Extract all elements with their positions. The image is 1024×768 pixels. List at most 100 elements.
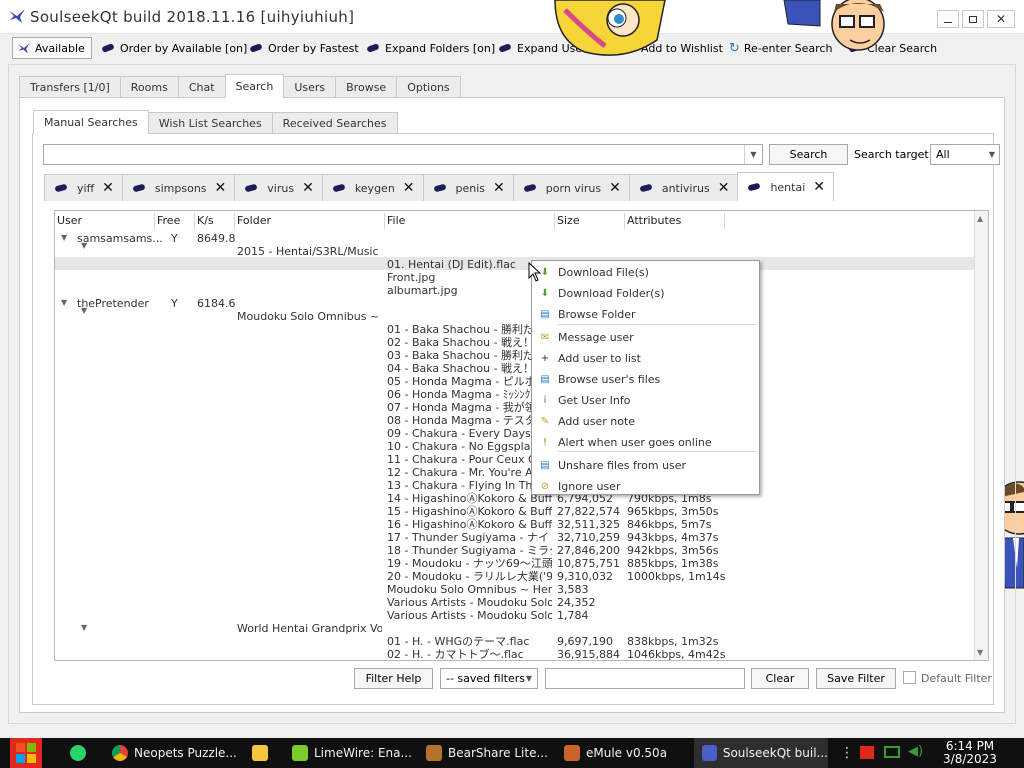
context-menu-item-browse-user-s-files[interactable]: ▤ Browse user's files (534, 369, 757, 389)
expand-folders-button[interactable]: Expand Folders [on] (366, 37, 495, 59)
tab-received-searches[interactable]: Received Searches (271, 112, 398, 134)
tab-rooms[interactable]: Rooms (119, 76, 179, 98)
menu-separator (558, 451, 756, 452)
chevron-down-icon[interactable]: ▼ (744, 145, 762, 164)
close-icon[interactable]: ✕ (813, 179, 825, 195)
volume-icon[interactable]: ◀) (908, 744, 923, 759)
close-icon[interactable]: ✕ (302, 180, 314, 196)
flag-icon[interactable] (860, 746, 874, 759)
network-icon[interactable] (884, 746, 900, 758)
column-header-speed[interactable]: K/s (195, 213, 235, 229)
context-menu-item-ignore-user[interactable]: ⊘ Ignore user (534, 476, 757, 496)
result-size: 1,784 (557, 609, 589, 622)
query-tab-keygen[interactable]: keygen ✕ (321, 174, 424, 201)
context-menu-item-download-folder-s[interactable]: ⬇ Download Folder(s) (534, 283, 757, 303)
chat-app-icon[interactable] (70, 745, 86, 761)
context-menu-item-get-user-info[interactable]: i Get User Info (534, 390, 757, 410)
more-icon[interactable]: ⋮ (840, 745, 854, 761)
close-icon[interactable]: ✕ (493, 180, 505, 196)
query-tab-simpsons[interactable]: simpsons ✕ (121, 174, 236, 201)
start-button[interactable] (10, 738, 42, 768)
taskbar-app-neopets[interactable]: Neopets Puzzle... (104, 738, 240, 768)
tab-browse[interactable]: Browse (335, 76, 398, 98)
query-tab-antivirus[interactable]: antivirus ✕ (628, 174, 739, 201)
result-attributes: 846kbps, 5m7s (627, 518, 712, 531)
column-header-user[interactable]: User (55, 213, 155, 229)
scroll-up-icon[interactable]: ▲ (977, 214, 983, 223)
query-tab-yiff[interactable]: yiff ✕ (44, 174, 123, 201)
clear-filter-button[interactable]: Clear (751, 668, 809, 689)
expand-arrow-icon[interactable]: ▼ (61, 233, 67, 242)
filter-input[interactable] (545, 668, 745, 689)
close-icon[interactable]: ✕ (609, 180, 621, 196)
bird-icon (249, 43, 263, 53)
minimize-button[interactable] (937, 10, 959, 28)
tab-chat[interactable]: Chat (177, 76, 226, 98)
context-menu-item-message-user[interactable]: ✉ Message user (534, 327, 757, 347)
available-button[interactable]: Available (12, 37, 92, 59)
result-file: 08 - Honda Magma - テスタ～.fl (387, 414, 552, 427)
taskbar-app-soulseek[interactable]: SoulseekQt buil... (694, 738, 828, 768)
tab-manual-searches[interactable]: Manual Searches (33, 110, 149, 134)
filter-bar: Filter Help -- saved filters ▼ Clear Sav… (0, 668, 1024, 690)
tab-options[interactable]: Options (396, 76, 461, 98)
column-header-attributes[interactable]: Attributes (625, 213, 725, 229)
expand-arrow-icon[interactable]: ▼ (81, 241, 87, 250)
result-file: 20 - Moudoku - ラリルレ大業('93... (387, 570, 552, 583)
vertical-scrollbar[interactable]: ▲ ▼ (974, 211, 988, 660)
close-icon[interactable]: ✕ (215, 180, 227, 196)
context-menu-item-alert-when-user-goes-online[interactable]: ! Alert when user goes online (534, 432, 757, 452)
close-button[interactable]: ✕ (987, 10, 1015, 28)
context-menu-item-download-file-s[interactable]: ⬇ Download File(s) (534, 262, 757, 282)
context-menu-item-browse-folder[interactable]: ▤ Browse Folder (534, 304, 757, 324)
expand-arrow-icon[interactable]: ▼ (61, 298, 67, 307)
order-by-fastest-button[interactable]: Order by Fastest (249, 37, 359, 59)
search-target-select[interactable]: All ▼ (930, 144, 1000, 165)
context-menu-item-add-user-note[interactable]: ✎ Add user note (534, 411, 757, 431)
context-menu-item-add-user-to-list[interactable]: + Add user to list (534, 348, 757, 368)
close-icon[interactable]: ✕ (718, 180, 730, 196)
search-button[interactable]: Search (769, 144, 848, 165)
column-header-size[interactable]: Size (555, 213, 625, 229)
context-menu-item-unshare-files-from-user[interactable]: ▤ Unshare files from user (534, 455, 757, 475)
taskbar-app-limewire[interactable]: LimeWire: Ena... (284, 738, 412, 768)
tab-search[interactable]: Search (224, 74, 285, 98)
expand-arrow-icon[interactable]: ▼ (81, 306, 87, 315)
saved-filters-select[interactable]: -- saved filters ▼ (440, 668, 538, 689)
result-free: Y (171, 232, 178, 245)
query-tab-hentai[interactable]: hentai ✕ (737, 172, 834, 201)
close-icon[interactable]: ✕ (102, 180, 114, 196)
filter-help-button[interactable]: Filter Help (354, 668, 433, 689)
query-tab-porn-virus[interactable]: porn virus ✕ (512, 174, 630, 201)
query-tab-virus[interactable]: virus ✕ (234, 174, 323, 201)
result-file: 01 - Baka Shachou - 勝利だ！ (387, 323, 546, 336)
tab-users[interactable]: Users (283, 76, 337, 98)
search-input[interactable]: ▼ (43, 144, 763, 165)
results-table[interactable]: User Free K/s Folder File Size Attribute… (54, 210, 989, 661)
soulseek-bird-icon (18, 42, 30, 54)
close-icon[interactable]: ✕ (403, 180, 415, 196)
query-tab-penis[interactable]: penis ✕ (422, 174, 514, 201)
order-by-available-button[interactable]: Order by Available [on] (101, 37, 247, 59)
tab-wish-list-searches[interactable]: Wish List Searches (147, 112, 273, 134)
maximize-button[interactable] (962, 10, 984, 28)
bird-icon (54, 183, 68, 193)
default-filter-checkbox[interactable] (903, 671, 916, 684)
result-file: 05 - Honda Magma - ピルボケ.fl (387, 375, 552, 388)
taskbar-app-bearshare[interactable]: BearShare Lite... (418, 738, 552, 768)
expand-arrow-icon[interactable]: ▼ (81, 623, 87, 632)
query-tab-label: porn virus (545, 181, 602, 195)
scroll-down-icon[interactable]: ▼ (977, 648, 983, 657)
result-attributes: 1046kbps, 4m42s (627, 648, 726, 661)
column-header-free[interactable]: Free (155, 213, 195, 229)
column-header-file[interactable]: File (385, 213, 555, 229)
download-folder-icon: ⬇ (540, 287, 550, 299)
result-speed: 6184.6 (197, 297, 236, 310)
save-filter-button[interactable]: Save Filter (816, 668, 896, 689)
menu-separator (558, 324, 756, 325)
taskbar-app-emule[interactable]: eMule v0.50a (556, 738, 690, 768)
column-header-folder[interactable]: Folder (235, 213, 385, 229)
clock[interactable]: 6:14 PM 3/8/2023 (940, 740, 1000, 766)
taskbar-app-explorer[interactable] (244, 738, 280, 768)
tab-transfers[interactable]: Transfers [1/0] (19, 76, 121, 98)
